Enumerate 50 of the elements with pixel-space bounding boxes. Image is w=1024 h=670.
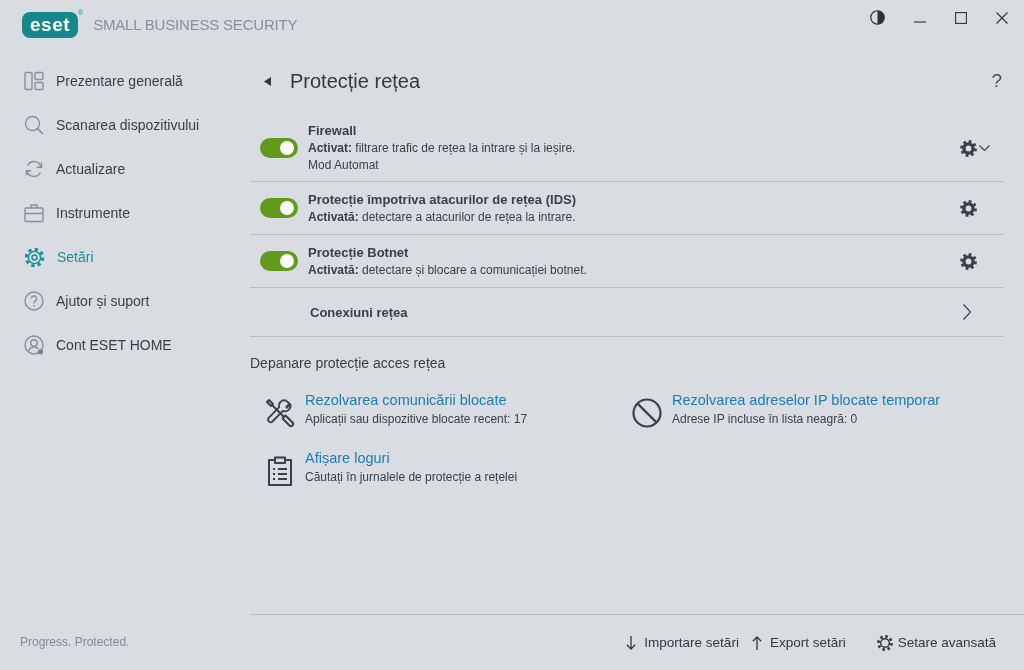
- settings-icon[interactable]: [960, 199, 977, 217]
- search-icon: [24, 115, 44, 135]
- footer-button[interactable]: Importare setări: [626, 635, 739, 650]
- toggle-switch[interactable]: [260, 138, 298, 158]
- troubleshoot-description: Aplicații sau dispozitive blocate recent: 17: [305, 411, 528, 428]
- user-icon: [24, 335, 44, 355]
- maximize-icon[interactable]: [955, 11, 967, 24]
- feature-title: Firewall: [308, 122, 357, 140]
- contrast-icon[interactable]: [870, 10, 885, 25]
- troubleshoot-description: Căutați în jurnalele de protecție a rețelei: [305, 469, 518, 486]
- sidebar-item[interactable]: Instrumente: [0, 191, 250, 235]
- section-heading: Depanare protecție acces rețea: [250, 354, 446, 372]
- feature-title: Protecție Botnet: [308, 243, 409, 262]
- product-name: SMALL BUSINESS SECURITY: [93, 15, 298, 35]
- sidebar-item[interactable]: Cont ESET HOME: [0, 323, 250, 367]
- gear-icon: [876, 634, 893, 651]
- wrench-screwdriver-icon: [264, 397, 296, 429]
- feature-description: Activată: detectare a atacurilor de rețea la intrare.: [308, 208, 576, 226]
- arrow-down-icon: [626, 635, 637, 650]
- toggle-switch[interactable]: [260, 251, 298, 271]
- page-title: Protecție rețea: [290, 69, 421, 93]
- settings-icon[interactable]: [960, 252, 977, 270]
- sidebar-item[interactable]: Prezentare generală: [0, 59, 250, 103]
- briefcase-icon: [24, 203, 44, 223]
- sidebar-item[interactable]: Actualizare: [0, 147, 250, 191]
- chevron-down-icon[interactable]: [979, 145, 990, 151]
- feature-description: Activată: detectare și blocare a comunicației botnet.: [308, 261, 587, 279]
- refresh-icon: [24, 159, 44, 179]
- toggle-switch[interactable]: [260, 198, 298, 218]
- sidebar-item[interactable]: Scanarea dispozitivului: [0, 103, 250, 147]
- sidebar-item[interactable]: Ajutor și suport: [0, 279, 250, 323]
- footer-button[interactable]: Export setări: [751, 635, 846, 650]
- section-link[interactable]: Conexiuni rețea: [310, 304, 408, 320]
- no-entry-icon: [631, 397, 663, 429]
- settings-icon[interactable]: [960, 139, 977, 157]
- gear-icon: [24, 246, 45, 268]
- back-icon[interactable]: [264, 76, 271, 86]
- feature-description: Activat: filtrare trafic de rețea la intrare și la ieșire.: [308, 140, 576, 157]
- help-button[interactable]: ?: [991, 70, 1002, 92]
- feature-mode: Mod Automat: [308, 157, 379, 174]
- close-icon[interactable]: [996, 11, 1008, 24]
- arrow-up-icon: [751, 635, 762, 650]
- footer-button[interactable]: Setare avansată: [876, 634, 996, 651]
- minimize-icon[interactable]: [914, 20, 926, 23]
- troubleshoot-description: Adrese IP incluse în lista neagră: 0: [672, 411, 858, 428]
- tagline: Progress. Protected.: [20, 635, 130, 649]
- feature-title: Protecție împotriva atacurilor de rețea (IDS): [308, 190, 577, 209]
- chevron-right-icon[interactable]: [963, 304, 971, 320]
- help-icon: [24, 291, 44, 311]
- dashboard-icon: [24, 71, 44, 91]
